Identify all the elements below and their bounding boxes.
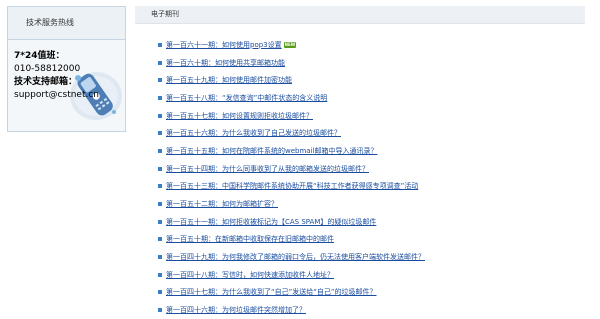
issue-link[interactable]: 第一百五十四期：为什么同事收到了从我的邮箱发送的垃圾邮件？ xyxy=(166,164,369,174)
issue-link[interactable]: 第一百六十一期：如何使用pop3设置 xyxy=(166,40,282,50)
list-item: 第一百五十五期：如何在院邮件系统的webmail邮箱中导入通讯录？ xyxy=(158,142,588,160)
support-info: 7*24值班： 010-58812000 技术支持邮箱： support@cst… xyxy=(14,50,124,102)
bullet-icon xyxy=(158,78,162,83)
bullet-icon xyxy=(158,290,162,295)
bullet-icon xyxy=(158,42,162,47)
list-item: 第一百五十期：在新邮箱中收取保存在旧邮箱中的邮件 xyxy=(158,231,588,249)
issue-link[interactable]: 第一百五十八期：“发信查询”中邮件状态的含义说明 xyxy=(166,93,327,103)
issue-link[interactable]: 第一百五十期：在新邮箱中收取保存在旧邮箱中的邮件 xyxy=(166,234,334,244)
list-item: 第一百四十九期：为何我修改了邮箱的弱口令后，仍无法使用客户端软件发送邮件？ xyxy=(158,248,588,266)
issue-list: 第一百六十一期：如何使用pop3设置 NEW 第一百六十期：如何使用共享邮箱功能 第一… xyxy=(158,36,588,319)
list-item: 第一百四十六期：为何垃圾邮件突然增加了？ xyxy=(158,301,588,319)
bullet-icon xyxy=(158,255,162,260)
list-item: 第一百五十一期：如何拒收被标记为【CAS SPAM】的疑似垃圾邮件 xyxy=(158,213,588,231)
bullet-icon xyxy=(158,148,162,153)
list-item: 第一百五十二期：如何为邮箱扩容？ xyxy=(158,195,588,213)
issue-link[interactable]: 第一百五十三期：中国科学院邮件系统协助开展“科技工作者获得感专项调查”活动 xyxy=(166,181,418,191)
bullet-icon xyxy=(158,131,162,136)
support-box: 技术服务热线 7*24值班： 010-58812000 技术支持邮箱： supp… xyxy=(7,6,126,132)
bullet-icon xyxy=(158,60,162,65)
support-email: support@cstnet.cn xyxy=(14,90,100,100)
list-item: 第一百六十期：如何使用共享邮箱功能 xyxy=(158,54,588,72)
list-item: 第一百四十八期：写信时，如何快速添加收件人地址？ xyxy=(158,266,588,284)
section-title: 电子期刊 xyxy=(151,10,179,18)
hours-label: 7*24值班： xyxy=(14,51,65,61)
issue-link[interactable]: 第一百五十六期：为什么我收到了自己发送的垃圾邮件？ xyxy=(166,128,341,138)
support-title: 技术服务热线 xyxy=(8,7,125,40)
issue-link[interactable]: 第一百五十五期：如何在院邮件系统的webmail邮箱中导入通讯录？ xyxy=(166,146,377,156)
bullet-icon xyxy=(158,237,162,242)
list-item: 第一百五十九期：如何使用邮件加密功能 xyxy=(158,71,588,89)
bullet-icon xyxy=(158,219,162,224)
list-item: 第一百五十六期：为什么我收到了自己发送的垃圾邮件？ xyxy=(158,124,588,142)
list-item: 第一百五十四期：为什么同事收到了从我的邮箱发送的垃圾邮件？ xyxy=(158,160,588,178)
bullet-icon xyxy=(158,308,162,313)
list-item: 第一百五十八期：“发信查询”中邮件状态的含义说明 xyxy=(158,89,588,107)
bullet-icon xyxy=(158,95,162,100)
bullet-icon xyxy=(158,272,162,277)
list-item: 第一百六十一期：如何使用pop3设置 NEW xyxy=(158,36,588,54)
issue-link[interactable]: 第一百四十七期：为什么我收到了“自己”发送给“自己”的垃圾邮件？ xyxy=(166,287,377,297)
issue-link[interactable]: 第一百六十期：如何使用共享邮箱功能 xyxy=(166,58,285,68)
new-badge: NEW xyxy=(283,41,297,48)
issue-link[interactable]: 第一百四十八期：写信时，如何快速添加收件人地址？ xyxy=(166,270,334,280)
issue-link[interactable]: 第一百四十六期：为何垃圾邮件突然增加了？ xyxy=(166,305,306,315)
bullet-icon xyxy=(158,113,162,118)
list-item: 第一百四十七期：为什么我收到了“自己”发送给“自己”的垃圾邮件？ xyxy=(158,284,588,302)
bullet-icon xyxy=(158,184,162,189)
list-item: 第一百五十三期：中国科学院邮件系统协助开展“科技工作者获得感专项调查”活动 xyxy=(158,178,588,196)
issue-link[interactable]: 第一百四十九期：为何我修改了邮箱的弱口令后，仍无法使用客户端软件发送邮件？ xyxy=(166,252,425,262)
issue-link[interactable]: 第一百五十九期：如何使用邮件加密功能 xyxy=(166,75,292,85)
support-phone: 010-58812000 xyxy=(14,64,81,74)
email-label: 技术支持邮箱： xyxy=(14,77,78,87)
bullet-icon xyxy=(158,202,162,207)
issue-link[interactable]: 第一百五十二期：如何为邮箱扩容？ xyxy=(166,199,278,209)
issue-link[interactable]: 第一百五十七期：如何设置规则拒收垃圾邮件？ xyxy=(166,111,313,121)
bullet-icon xyxy=(158,166,162,171)
list-item: 第一百五十七期：如何设置规则拒收垃圾邮件？ xyxy=(158,107,588,125)
issue-link[interactable]: 第一百五十一期：如何拒收被标记为【CAS SPAM】的疑似垃圾邮件 xyxy=(166,217,376,227)
section-header: 电子期刊 xyxy=(135,6,585,24)
